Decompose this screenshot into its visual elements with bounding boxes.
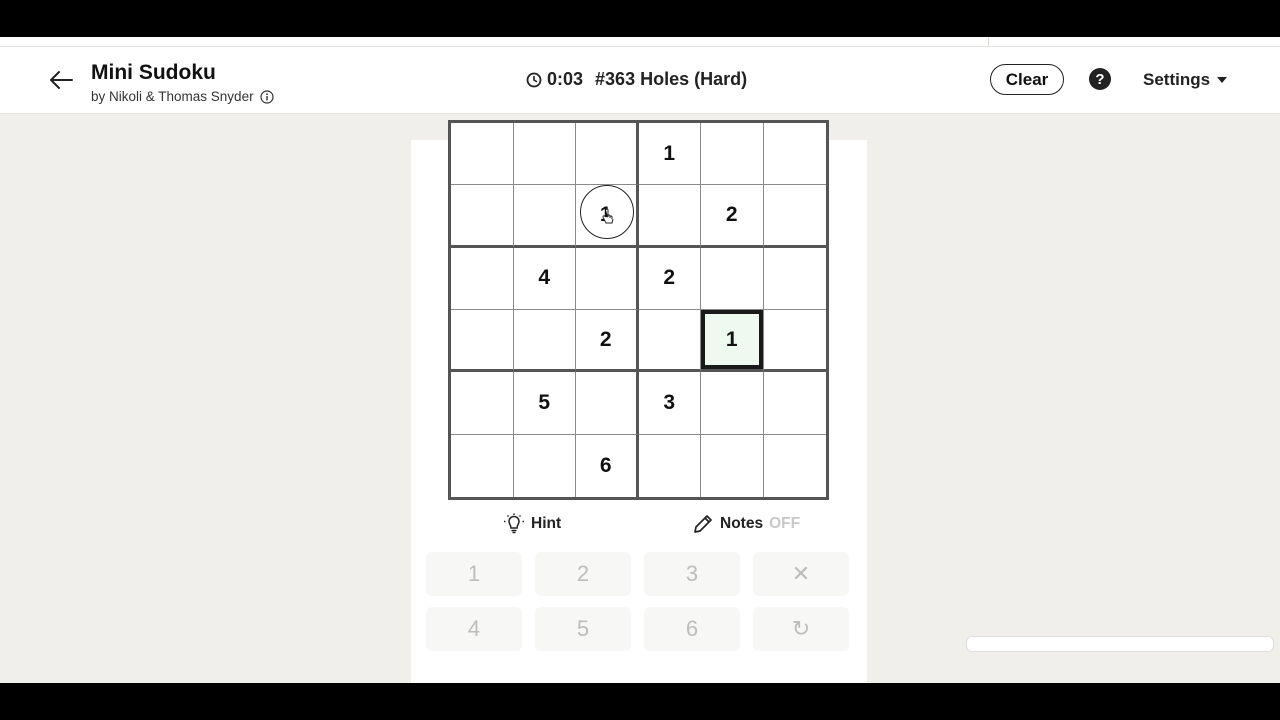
grid-cell[interactable] xyxy=(451,247,514,310)
grid-cell[interactable] xyxy=(513,123,576,186)
grid-cell[interactable]: 1 xyxy=(701,309,764,373)
byline-text: by Nikoli & Thomas Snyder xyxy=(91,89,254,104)
grid-cell[interactable]: 2 xyxy=(576,309,639,373)
grid-cell[interactable]: 6 xyxy=(576,434,639,497)
grid-cell[interactable]: 2 xyxy=(638,247,701,310)
byline: by Nikoli & Thomas Snyder xyxy=(91,89,274,104)
corner-widget xyxy=(966,636,1274,652)
grid-cell[interactable] xyxy=(451,309,514,373)
grid-cell[interactable] xyxy=(701,247,764,310)
grid-cell[interactable] xyxy=(763,248,826,310)
grid-cell[interactable] xyxy=(451,372,514,435)
grid-cell[interactable] xyxy=(576,247,639,310)
notes-state: OFF xyxy=(769,515,801,532)
grid-cell[interactable] xyxy=(763,123,826,186)
undo-icon[interactable]: ↻ xyxy=(753,607,849,651)
key-2[interactable]: 2 xyxy=(535,552,631,596)
grid-cell[interactable]: 5 xyxy=(513,372,576,435)
sudoku-grid: 1124221536 xyxy=(448,120,829,500)
puzzle-name: #363 Holes (Hard) xyxy=(595,69,748,89)
grid-cell[interactable] xyxy=(764,435,827,497)
grid-cell[interactable] xyxy=(576,372,639,435)
grid-cell[interactable] xyxy=(701,434,764,497)
clock-icon xyxy=(526,72,542,87)
header: Mini Sudoku by Nikoli & Thomas Snyder 0:… xyxy=(0,47,1280,114)
timer-area: 0:03 #363 Holes (Hard) xyxy=(526,69,747,90)
clear-button[interactable]: Clear xyxy=(990,64,1064,95)
lightbulb-icon xyxy=(504,513,524,534)
game-title: Mini Sudoku xyxy=(91,61,216,84)
key-3[interactable]: 3 xyxy=(644,552,740,596)
key-5[interactable]: 5 xyxy=(535,607,631,651)
grid-cell[interactable]: 1 xyxy=(576,185,639,248)
grid-cell[interactable] xyxy=(701,372,764,435)
grid-cell[interactable] xyxy=(513,309,576,373)
settings-button[interactable]: Settings xyxy=(1143,70,1228,90)
grid-cell[interactable] xyxy=(763,310,826,373)
back-arrow-icon[interactable] xyxy=(48,67,74,93)
grid-cell[interactable] xyxy=(451,123,514,186)
grid-cell[interactable] xyxy=(576,123,639,186)
notes-toggle[interactable]: Notes OFF xyxy=(692,513,800,535)
close-icon[interactable]: ✕ xyxy=(753,552,849,596)
hint-button[interactable]: Hint xyxy=(503,513,561,535)
caret-down-icon xyxy=(1217,77,1228,83)
grid-cell[interactable] xyxy=(638,185,701,248)
grid-cell[interactable]: 1 xyxy=(638,123,701,186)
key-6[interactable]: 6 xyxy=(644,607,740,651)
hint-label: Hint xyxy=(531,515,562,532)
grid-cell[interactable] xyxy=(638,309,701,373)
top-strip xyxy=(0,37,1280,47)
grid-cell[interactable] xyxy=(763,372,826,435)
key-4[interactable]: 4 xyxy=(426,607,522,651)
grid-cell[interactable]: 3 xyxy=(638,372,701,435)
grid-cell[interactable] xyxy=(451,185,514,248)
grid-cell[interactable] xyxy=(639,434,701,497)
pencil-icon xyxy=(694,515,712,533)
grid-cell[interactable] xyxy=(763,185,826,248)
key-1[interactable]: 1 xyxy=(426,552,522,596)
info-icon[interactable] xyxy=(259,89,274,104)
question-icon[interactable]: ? xyxy=(1089,68,1111,90)
grid-cell[interactable]: 2 xyxy=(701,185,764,248)
grid-cell[interactable] xyxy=(701,123,764,186)
notes-label: Notes xyxy=(720,515,764,532)
grid-cell[interactable] xyxy=(514,434,576,497)
grid-cell[interactable] xyxy=(513,185,576,248)
grid-cell[interactable]: 4 xyxy=(513,247,576,310)
grid-cell[interactable] xyxy=(451,434,514,497)
settings-label: Settings xyxy=(1143,70,1211,89)
timer: 0:03 xyxy=(547,69,584,89)
